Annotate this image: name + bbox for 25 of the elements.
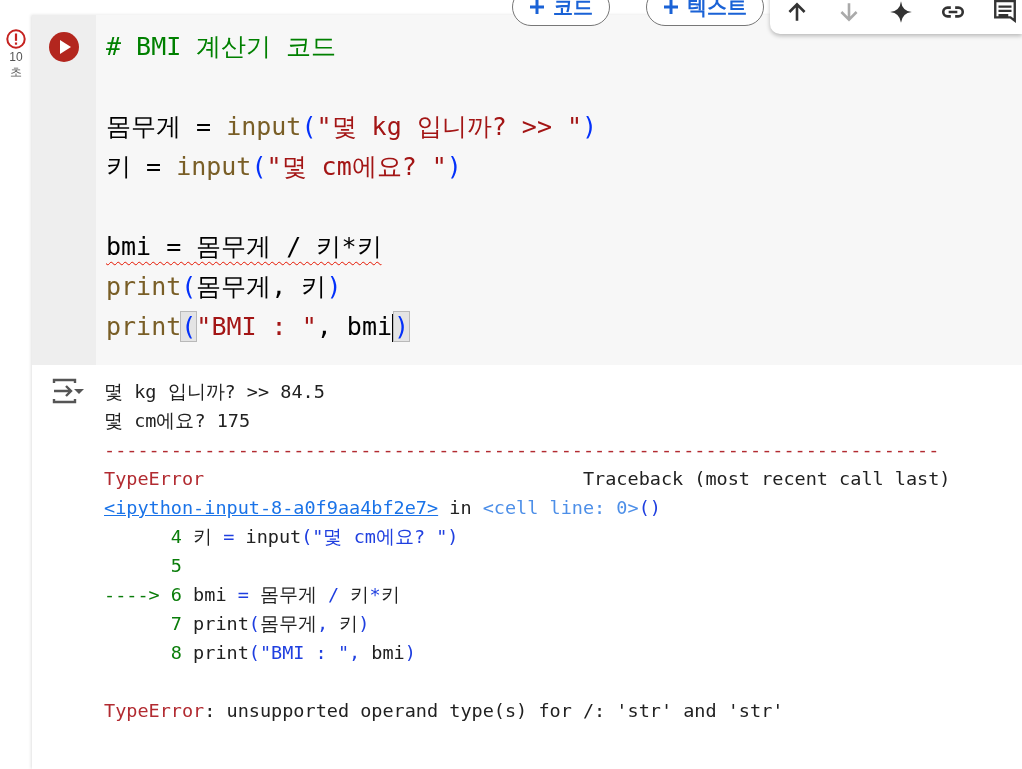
run-button[interactable] <box>49 32 79 62</box>
output-line: 몇 cm에요? 175 <box>104 409 252 433</box>
code-line: bmi = 몸무게 / 키*키 <box>106 232 382 261</box>
output-line: 4 키 = input("몇 cm에요? ") <box>169 525 460 549</box>
output-line: 7 print(몸무게, 키) <box>169 612 371 636</box>
duration-text: 10 <box>8 50 24 65</box>
duration-unit: 초 <box>9 65 23 80</box>
code-line: print(몸무게, 키) <box>106 271 343 303</box>
code-line: print("BMI : ", bmi) <box>106 311 411 344</box>
code-line: 몸무게 = input("몇 kg 입니까? >> ") <box>106 111 599 143</box>
plus-icon <box>529 0 545 15</box>
output-line: ----> 6 bmi = 몸무게 / 키*키 <box>104 583 401 607</box>
output-line: <ipython-input-8-a0f9aa4bf2e7> in <cell line: 0>() <box>104 496 662 520</box>
output-line: 몇 kg 입니까? >> 84.5 <box>104 380 326 404</box>
output-line: --------------------------------------------------------------------------- <box>104 438 941 462</box>
code-line: # BMI 계산기 코드 <box>106 31 338 63</box>
output-line: 5 <box>169 554 183 578</box>
plus-icon <box>663 0 679 15</box>
output-line: TypeError Traceback (most recent call last) <box>104 467 952 491</box>
output-line: TypeError: unsupported operand type(s) for /: 'str' and 'str' <box>104 699 785 723</box>
output-toggle-icon[interactable] <box>51 377 85 405</box>
output-line: 8 print("BMI : ", bmi) <box>169 641 417 665</box>
comment-icon[interactable] <box>992 0 1018 25</box>
code-line: 키 = input("몇 cm에요? ") <box>106 151 463 183</box>
add-cell-button[interactable]: 코드 <box>512 0 610 26</box>
